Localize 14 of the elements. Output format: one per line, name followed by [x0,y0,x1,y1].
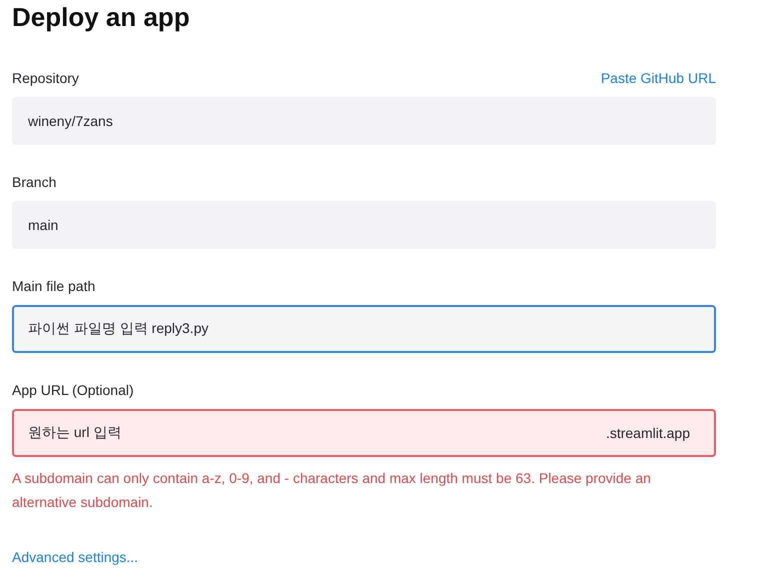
field-label: App URL (Optional) [12,382,134,398]
field-label: Repository [12,70,79,86]
paste-url-link[interactable]: Paste GitHub URL [600,70,716,86]
field-label: Main file path [12,278,96,294]
field-value: 원하는 url 입력 [28,424,122,442]
text-field[interactable]: 파이썬 파일명 입력 reply3.py [12,305,716,353]
page-title: Deploy an app [12,1,191,34]
error-message: A subdomain can only contain a-z, 0-9, and - characters and max length must be 63. Please provide an alternative subdomain. [12,469,652,512]
advanced-settings-link[interactable]: Advanced settings... [12,545,138,569]
text-field[interactable]: main [12,201,716,249]
field-label: Branch [12,174,56,190]
domain-suffix: .streamlit.app [606,425,690,441]
text-field[interactable]: 원하는 url 입력 .streamlit.app [12,409,716,457]
text-field[interactable]: wineny/7zans [12,97,716,145]
